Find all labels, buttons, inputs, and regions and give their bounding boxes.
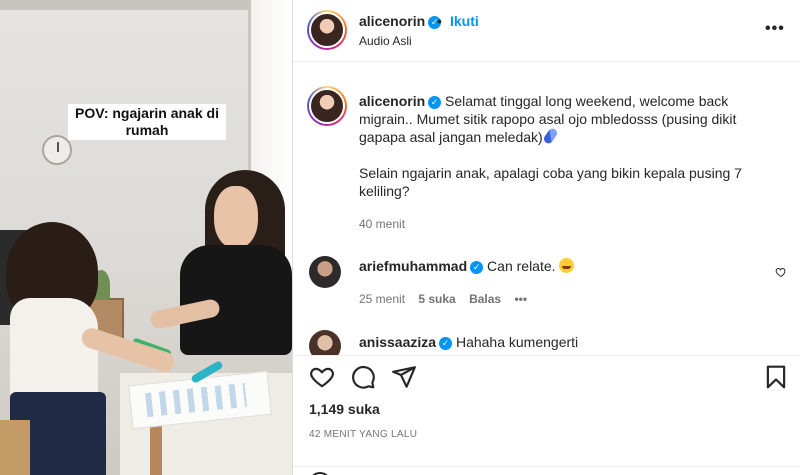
post-video[interactable]: POV: ngajarin anak di rumah [0, 0, 292, 475]
save-button[interactable] [763, 364, 789, 390]
author-username[interactable]: alicenorin [359, 13, 425, 29]
caption-text-2: Selain ngajarin anak, apalagi coba yang … [359, 165, 742, 199]
separator-dot: • [437, 13, 442, 29]
post-caption: alicenorin ✓ Selamat tinggal long weekend… [359, 92, 759, 200]
comment-bubble-icon [352, 365, 375, 389]
verified-badge-icon: ✓ [428, 96, 442, 109]
author-avatar[interactable] [307, 10, 347, 50]
post-actions: 1,149 suka 42 MENIT YANG LALU [293, 355, 800, 475]
likes-count[interactable]: 1,149 suka [309, 401, 380, 417]
add-comment-bar [293, 466, 800, 475]
audio-link[interactable]: Audio Asli [359, 34, 412, 48]
comment-likes[interactable]: 5 suka [418, 292, 455, 306]
caption-username[interactable]: alicenorin [359, 93, 425, 109]
bookmark-icon [766, 365, 786, 389]
comment-text: Can relate. [487, 258, 556, 274]
post-dialog: POV: ngajarin anak di rumah alicenorin ✓ … [0, 0, 800, 475]
comment-username[interactable]: ariefmuhammad [359, 258, 467, 274]
commenter-avatar[interactable] [309, 256, 341, 288]
verified-badge-icon: ✓ [470, 261, 484, 274]
comment-like-heart-icon[interactable] [775, 266, 787, 278]
laughing-emoji-icon [558, 258, 574, 273]
video-caption-overlay: POV: ngajarin anak di rumah [68, 104, 226, 140]
like-button[interactable] [309, 364, 335, 390]
comment-more-button[interactable]: ••• [514, 292, 527, 306]
comment-username[interactable]: anissaaziza [359, 334, 436, 350]
comment-button[interactable] [350, 364, 376, 390]
comment-item: ariefmuhammad ✓ Can relate. [359, 258, 574, 274]
child-figure [10, 298, 98, 398]
comment-text: Hahaha kumengerti [455, 334, 579, 350]
post-timestamp: 42 MENIT YANG LALU [309, 429, 418, 440]
caption-timestamp[interactable]: 40 menit [359, 217, 405, 231]
heart-icon [310, 367, 334, 388]
comment-meta: 25 menit 5 suka Balas ••• [359, 292, 537, 306]
mother-figure [180, 245, 292, 355]
comment-time[interactable]: 25 menit [359, 292, 405, 306]
pill-emoji-icon [541, 126, 559, 146]
share-button[interactable] [391, 364, 417, 390]
more-options-button[interactable]: ••• [765, 20, 785, 40]
caption-avatar[interactable] [307, 86, 347, 126]
reply-button[interactable]: Balas [469, 292, 501, 306]
post-panel: alicenorin ✓ • Ikuti Audio Asli ••• alice… [292, 0, 800, 475]
follow-button[interactable]: Ikuti [450, 13, 479, 29]
verified-badge-icon: ✓ [439, 337, 453, 350]
post-header: alicenorin ✓ • Ikuti Audio Asli ••• [293, 0, 800, 62]
paper-plane-icon [392, 366, 416, 388]
comment-item: anissaaziza ✓ Hahaha kumengerti [359, 334, 578, 350]
